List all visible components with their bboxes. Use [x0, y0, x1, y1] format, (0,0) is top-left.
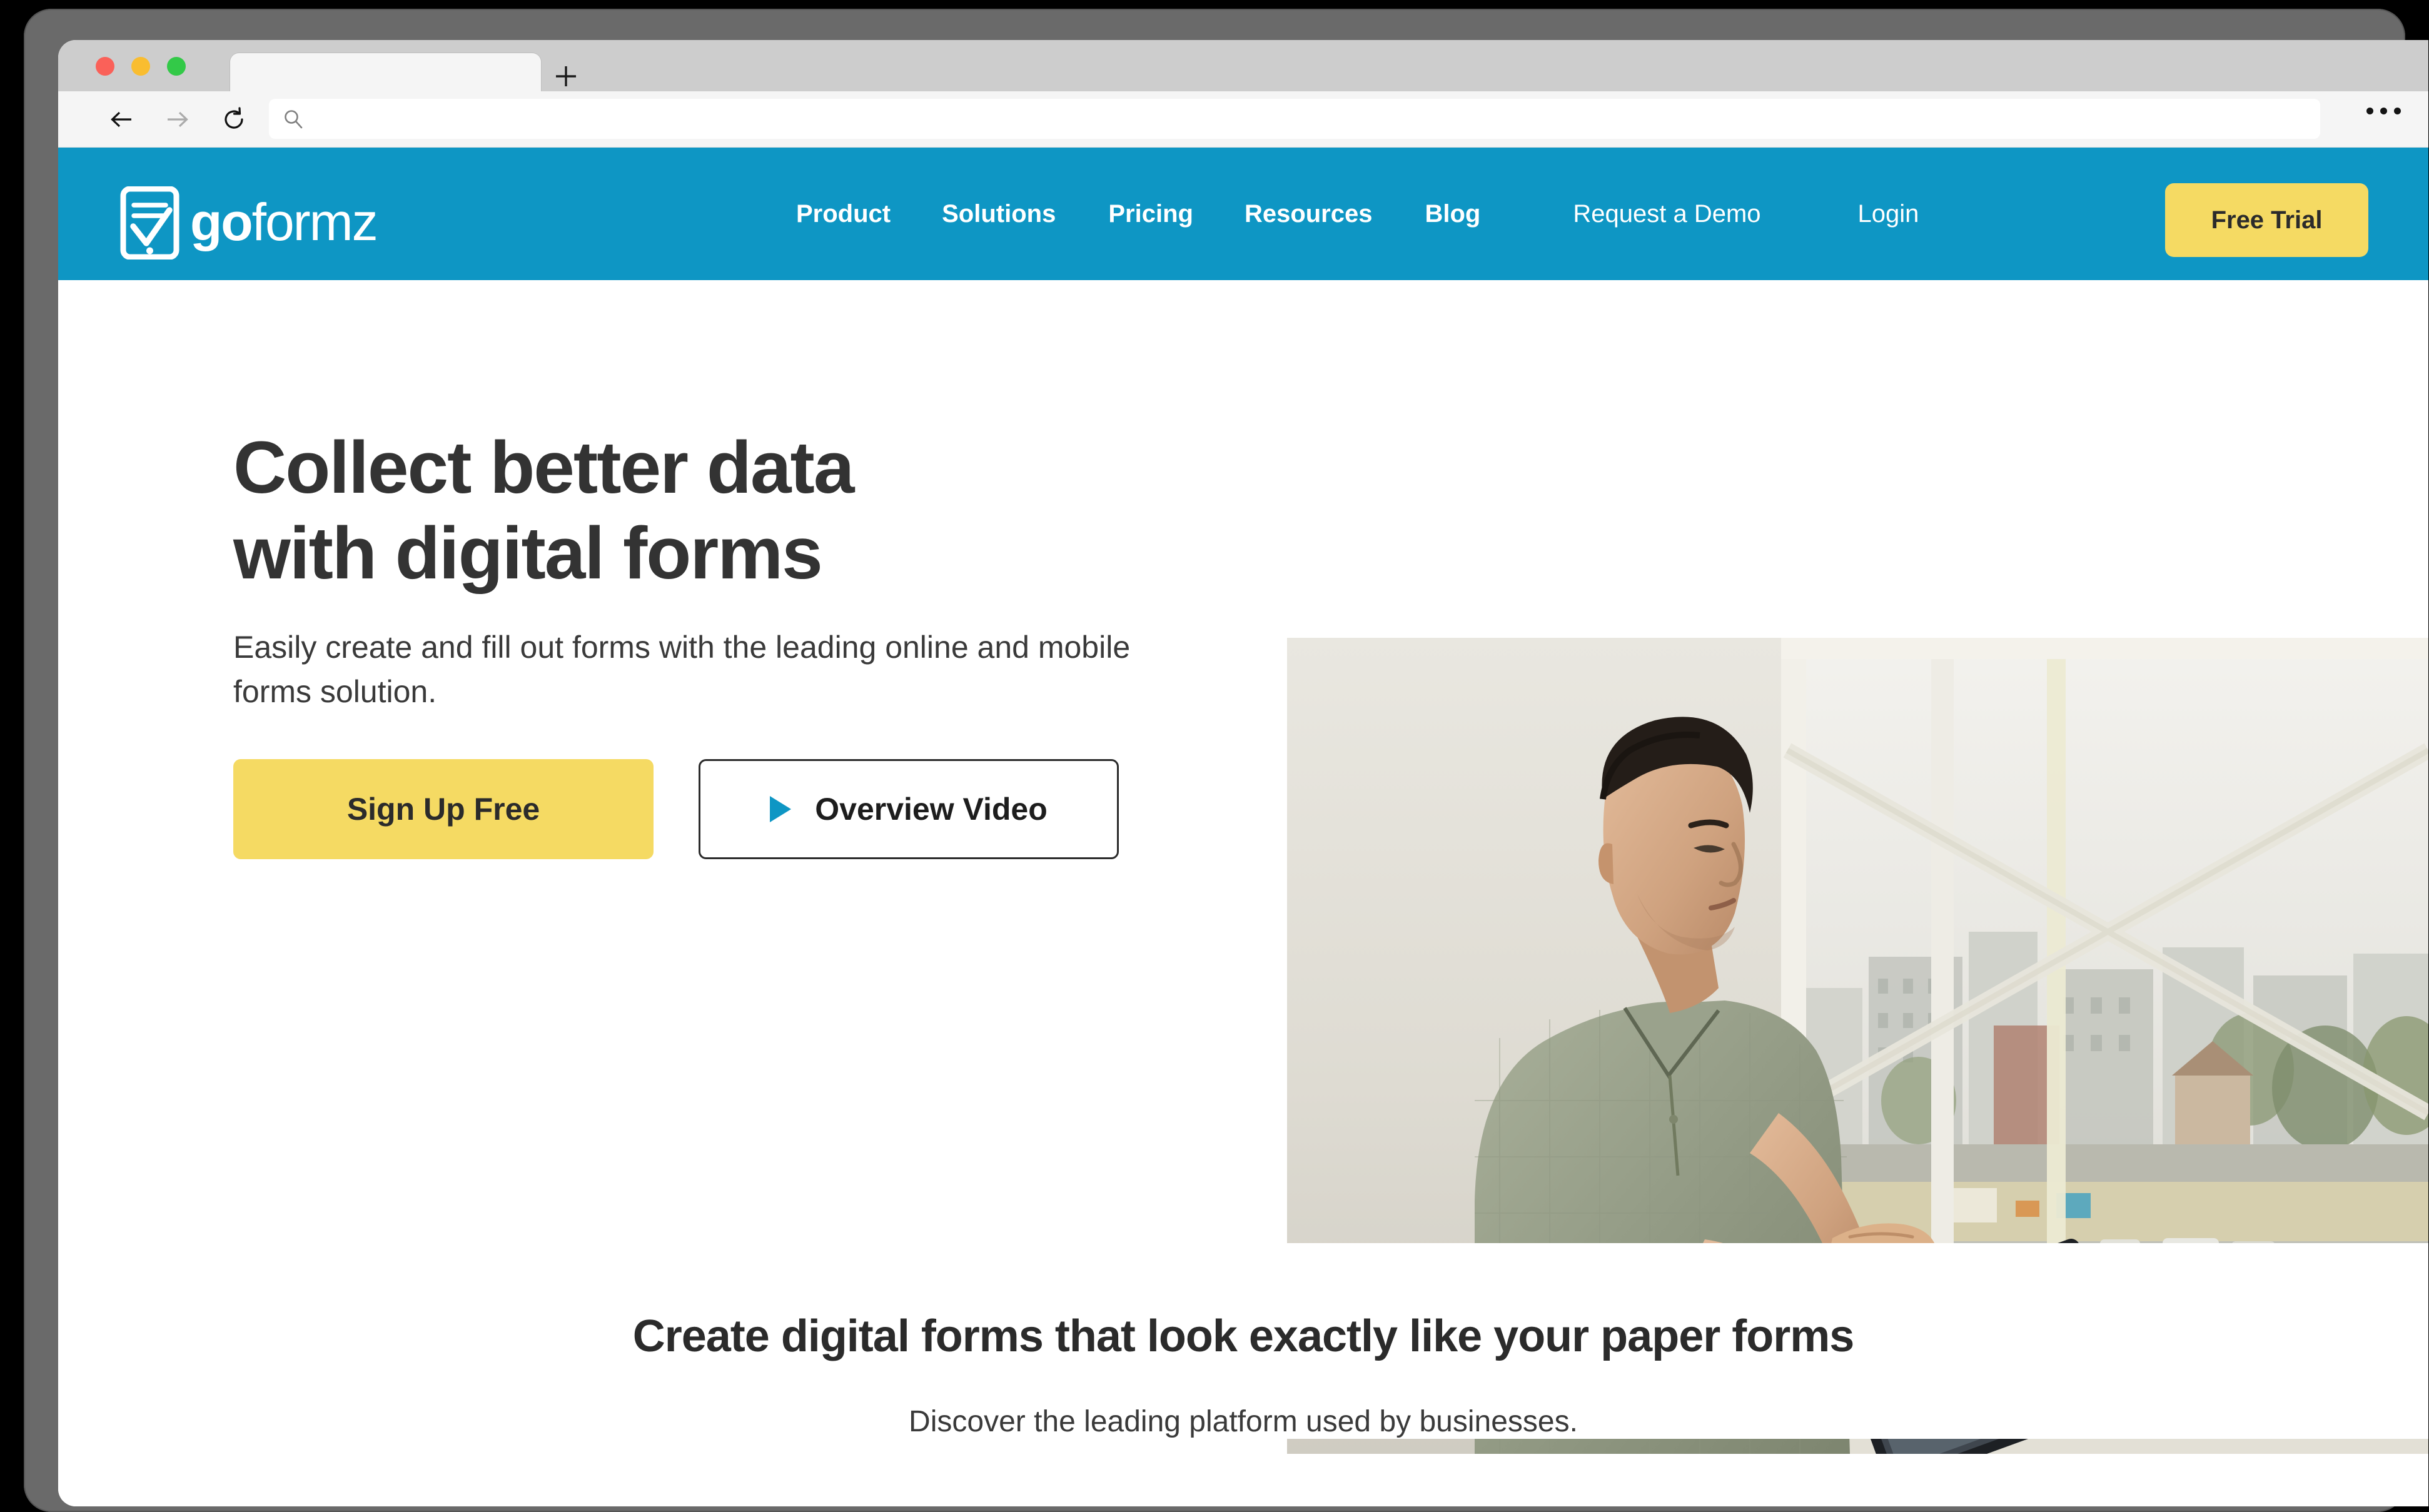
minimize-window-button[interactable] [131, 57, 150, 76]
brand-logo[interactable]: goformz [120, 186, 378, 260]
browser-tab[interactable] [230, 53, 541, 91]
nav-item-blog[interactable]: Blog [1425, 200, 1481, 228]
hero-subtext: Easily create and fill out forms with th… [233, 629, 1131, 709]
hero-heading-line2: with digital forms [233, 512, 823, 595]
close-window-button[interactable] [96, 57, 114, 76]
menu-dot [2380, 108, 2387, 114]
search-icon [283, 108, 304, 129]
back-arrow-icon[interactable] [107, 105, 136, 134]
brand-wordmark-light: formz [251, 192, 378, 251]
maximize-window-button[interactable] [167, 57, 186, 76]
hero-copy: Collect better data with digital forms E… [233, 425, 1246, 859]
reload-icon[interactable] [220, 105, 248, 134]
hero-heading-line1: Collect better data [233, 426, 854, 509]
os-desktop-background: goformz Product Solutions Pricing Resour… [0, 0, 2429, 1512]
browser-window: goformz Product Solutions Pricing Resour… [58, 40, 2428, 1506]
brand-wordmark-bold: go [190, 192, 253, 251]
play-triangle-icon [770, 795, 792, 822]
nav-item-product[interactable]: Product [796, 200, 891, 228]
section-subheading: Discover the leading platform used by bu… [909, 1405, 1578, 1438]
browser-toolbar [58, 91, 2428, 148]
site-header: goformz Product Solutions Pricing Resour… [58, 148, 2428, 280]
nav-item-request-demo[interactable]: Request a Demo [1573, 200, 1760, 228]
hero-section: Collect better data with digital forms E… [58, 280, 2428, 1454]
forward-arrow-icon[interactable] [163, 105, 192, 134]
section-digital-forms: Create digital forms that look exactly l… [58, 1243, 2428, 1439]
nav-item-solutions[interactable]: Solutions [942, 200, 1056, 228]
section-heading: Create digital forms that look exactly l… [632, 1311, 1855, 1361]
page-title: Collect better data with digital forms [233, 425, 1246, 597]
overview-video-button[interactable]: Overview Video [699, 759, 1119, 859]
brand-wordmark: goformz [190, 192, 378, 251]
menu-dot [2394, 108, 2401, 114]
address-bar[interactable] [269, 99, 2320, 139]
page-viewport: goformz Product Solutions Pricing Resour… [58, 148, 2428, 1506]
tablet-checkmark-icon [120, 186, 179, 260]
nav-item-pricing[interactable]: Pricing [1108, 200, 1193, 228]
menu-dot [2366, 108, 2373, 114]
overflow-menu-icon[interactable] [2366, 108, 2401, 114]
nav-item-login[interactable]: Login [1858, 200, 1919, 228]
browser-tab-strip [58, 40, 2428, 91]
nav-item-resources[interactable]: Resources [1245, 200, 1373, 228]
primary-nav: Product Solutions Pricing Resources Blog… [796, 148, 1919, 280]
plus-icon[interactable] [552, 63, 580, 90]
window-traffic-lights [96, 57, 186, 76]
free-trial-button[interactable]: Free Trial [2165, 183, 2368, 257]
hero-cta-row: Sign Up Free Overview Video [233, 759, 1246, 859]
sign-up-free-button[interactable]: Sign Up Free [233, 759, 654, 859]
overview-video-label: Overview Video [815, 791, 1048, 827]
address-input[interactable] [313, 109, 2308, 128]
browser-window-frame: goformz Product Solutions Pricing Resour… [24, 9, 2428, 1512]
